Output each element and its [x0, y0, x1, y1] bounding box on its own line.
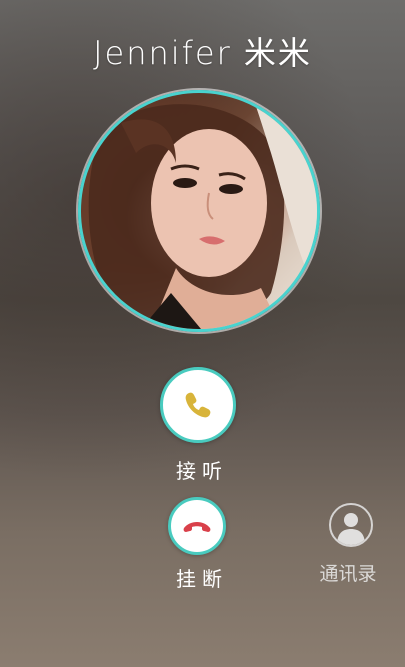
answer-label: 接听	[176, 459, 228, 483]
contacts-button[interactable]: 通讯录	[319, 503, 380, 589]
caller-name-latin: Jennifer	[93, 34, 232, 72]
caller-name-cjk: 米米	[243, 34, 312, 72]
caller-name: Jennifer 米米	[0, 28, 405, 74]
phone-answer-icon	[185, 392, 211, 418]
incoming-call-screen: Jennifer 米米 接听 挂断 通讯录	[0, 0, 405, 667]
answer-button[interactable]	[160, 367, 236, 443]
avatar-photo-illustration	[88, 93, 317, 329]
hangup-label: 挂断	[176, 567, 228, 591]
caller-avatar	[78, 90, 320, 332]
contacts-person-icon	[329, 503, 373, 547]
hangup-button[interactable]	[168, 497, 226, 555]
contacts-label: 通讯录	[319, 563, 377, 585]
phone-hangup-icon	[183, 522, 211, 532]
